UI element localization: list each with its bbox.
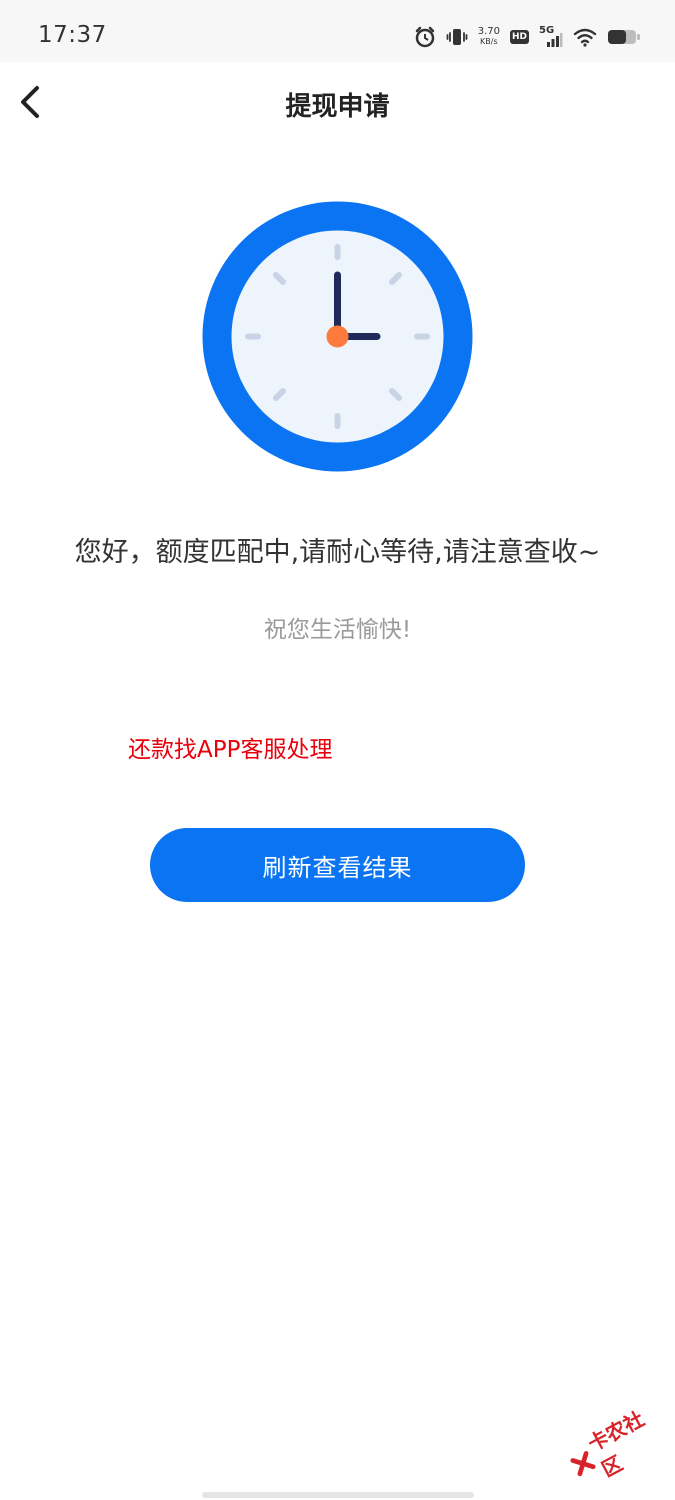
refresh-result-button[interactable]: 刷新查看结果 <box>150 828 525 902</box>
network-speed-unit: KB/s <box>480 37 498 46</box>
repayment-note: 还款找APP客服处理 <box>128 737 333 763</box>
clock-icon <box>202 201 473 472</box>
battery-icon <box>608 30 640 44</box>
clock-illustration <box>202 201 473 472</box>
greeting-text: 祝您生活愉快! <box>263 617 412 643</box>
network-speed-value: 3.70 <box>477 26 500 37</box>
vibrate-icon <box>446 29 468 45</box>
home-indicator[interactable] <box>202 1492 474 1498</box>
network-speed: 3.70 KB/s <box>478 27 500 47</box>
page-title: 提现申请 <box>285 92 390 122</box>
nav-bar: 提现申请 <box>0 62 675 144</box>
status-message: 您好，额度匹配中,请耐心等待,请注意查收~ <box>74 537 601 568</box>
alarm-icon <box>415 26 434 48</box>
signal-5g-icon: 5G <box>539 25 563 48</box>
watermark-text: 卡农社区 <box>583 1406 649 1482</box>
status-bar: 17:37 3.70 KB/s HD 5G <box>0 0 675 62</box>
status-time: 17:37 <box>38 22 107 48</box>
hd-icon: HD <box>509 30 529 44</box>
watermark: 卡农社区 <box>557 1391 675 1500</box>
status-icons: 3.70 KB/s HD 5G <box>414 22 641 52</box>
wifi-icon <box>573 28 597 47</box>
